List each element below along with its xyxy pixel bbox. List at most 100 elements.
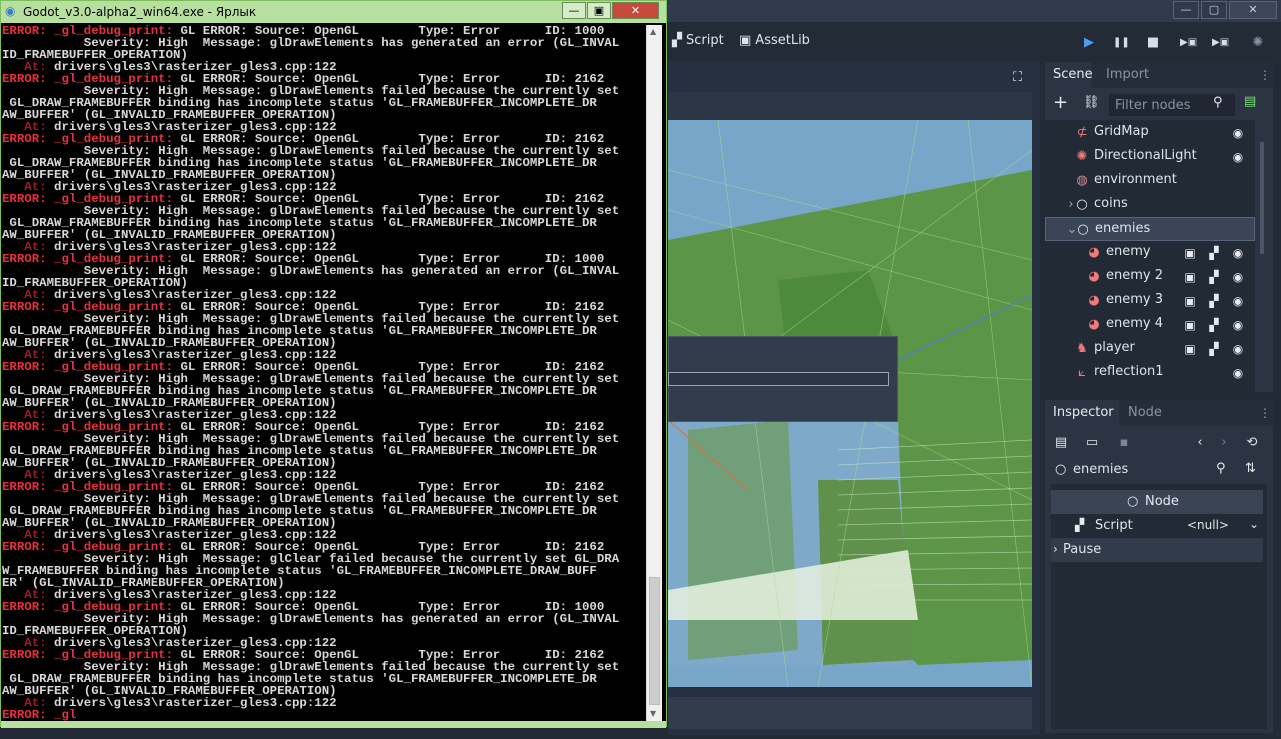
script-icon: ▞ — [1075, 518, 1085, 532]
open-in-editor-icon[interactable]: ▣ — [1182, 245, 1198, 261]
tree-item[interactable]: ◕ enemy ▣ ▞ ◉ — [1045, 241, 1255, 265]
save-icon[interactable]: ▪ — [1115, 434, 1133, 452]
desktop: — ▢ ✕ ▞ Script ▣ AssetLib ▶ ❚❚ ■ ▶▣ ▶▣ ✺… — [0, 0, 1281, 739]
script-icon[interactable]: ▞ — [1206, 293, 1222, 309]
tab-import[interactable]: Import — [1098, 62, 1157, 88]
console-titlebar[interactable]: ◉ Godot_v3.0-alpha2_win64.exe - Ярлык — … — [1, 1, 666, 23]
tree-item[interactable]: ✺ DirectionalLight ◉ — [1045, 145, 1255, 169]
maximize-button[interactable]: ▢ — [1201, 1, 1227, 19]
tree-item-label: enemy — [1106, 244, 1151, 259]
search-icon[interactable]: ⚲ — [1216, 461, 1226, 476]
node-icon: ○ — [1055, 462, 1067, 477]
attach-script-icon[interactable]: ▤ — [1244, 94, 1262, 112]
scene-toolbar: + ⛓ ⚲ ▤ — [1045, 90, 1273, 120]
tree-item[interactable]: ⌄ ○ enemies — [1045, 217, 1255, 241]
tree-item[interactable]: ◍ environment — [1045, 169, 1255, 193]
distraction-free-icon[interactable]: ⛶ — [1013, 70, 1029, 86]
viewport-bottom-bar — [668, 697, 1032, 729]
tree-item[interactable]: ◕ enemy 2 ▣ ▞ ◉ — [1045, 265, 1255, 289]
assetlib-workspace-button[interactable]: ▣ AssetLib — [739, 33, 810, 48]
visibility-icon[interactable]: ◉ — [1230, 293, 1246, 309]
add-node-icon[interactable]: + — [1053, 94, 1071, 112]
stop-button[interactable]: ■ — [1145, 35, 1161, 51]
visibility-icon[interactable]: ◉ — [1230, 149, 1246, 165]
dock-menu-icon[interactable]: ⋮ — [1259, 68, 1271, 82]
script-icon[interactable]: ▞ — [1206, 245, 1222, 261]
spinner-icon: ✺ — [1252, 35, 1264, 50]
tree-item[interactable]: ⟀ reflection1 ◉ — [1045, 361, 1255, 385]
node-icon: ○ — [1077, 222, 1089, 237]
script-workspace-button[interactable]: ▞ Script — [672, 33, 724, 48]
play-button[interactable]: ▶ — [1081, 35, 1097, 51]
pause-button[interactable]: ❚❚ — [1113, 35, 1130, 51]
tree-item[interactable]: ⊄ GridMap ◉ — [1045, 121, 1255, 145]
open-in-editor-icon[interactable]: ▣ — [1182, 341, 1198, 357]
console-scrollbar[interactable]: ▲ ▼ — [646, 25, 662, 721]
script-icon[interactable]: ▞ — [1206, 341, 1222, 357]
play-scene-button[interactable]: ▶▣ — [1180, 35, 1197, 51]
tree-item[interactable]: ◕ enemy 3 ▣ ▞ ◉ — [1045, 289, 1255, 313]
node-icon: ○ — [1076, 197, 1088, 212]
tree-item-label: player — [1094, 340, 1135, 355]
scene-tree-scrollbar[interactable] — [1260, 142, 1264, 254]
console-maximize-button[interactable]: ▣ — [587, 2, 611, 19]
console-window: ◉ Godot_v3.0-alpha2_win64.exe - Ярлык — … — [0, 0, 667, 728]
chevron-down-icon[interactable]: ⌄ — [1249, 517, 1259, 531]
script-icon[interactable]: ▞ — [1206, 269, 1222, 285]
instance-icon: ◕ — [1088, 245, 1100, 260]
tab-scene[interactable]: Scene — [1045, 62, 1093, 88]
light-icon: ✺ — [1076, 149, 1088, 164]
console-close-button[interactable]: ✕ — [612, 2, 659, 19]
tree-item-label: enemy 2 — [1106, 268, 1163, 283]
open-in-editor-icon[interactable]: ▣ — [1182, 293, 1198, 309]
visibility-icon[interactable]: ◉ — [1230, 365, 1246, 381]
tree-item-label: enemy 3 — [1106, 292, 1163, 307]
visibility-icon[interactable]: ◉ — [1230, 245, 1246, 261]
viewport-header — [668, 92, 1032, 120]
script-property-value[interactable]: <null> — [1187, 518, 1229, 532]
instance-icon: ◕ — [1088, 293, 1100, 308]
gridmap-icon: ⊄ — [1076, 125, 1088, 140]
tab-inspector[interactable]: Inspector — [1045, 400, 1119, 426]
tree-item[interactable]: ◕ enemy 4 ▣ ▞ ◉ — [1045, 313, 1255, 337]
tree-item[interactable]: ♞ player ▣ ▞ ◉ — [1045, 337, 1255, 361]
pause-property-group[interactable]: › Pause — [1051, 538, 1263, 562]
visibility-icon[interactable]: ◉ — [1230, 269, 1246, 285]
visibility-icon[interactable]: ◉ — [1230, 125, 1246, 141]
history-back-icon[interactable]: ‹ — [1191, 434, 1209, 452]
script-icon[interactable]: ▞ — [1206, 317, 1222, 333]
link-icon[interactable]: ⛓ — [1083, 94, 1101, 112]
pause-group-label: Pause — [1063, 542, 1102, 557]
console-line: ERROR: _gl — [2, 708, 77, 721]
new-resource-icon[interactable]: ▤ — [1052, 434, 1070, 452]
console-scrollbar-thumb[interactable] — [649, 577, 660, 705]
close-button[interactable]: ✕ — [1229, 1, 1277, 19]
scene-dock: Scene Import ⋮ + ⛓ ⚲ ▤ ⊄ GridMap ◉ ✺ Directi… — [1045, 62, 1273, 392]
inspected-object-row[interactable]: ○ enemies ⚲ ⇅ — [1049, 458, 1269, 482]
console-minimize-button[interactable]: — — [562, 2, 586, 19]
open-in-editor-icon[interactable]: ▣ — [1182, 317, 1198, 333]
history-forward-icon[interactable]: › — [1215, 434, 1233, 452]
script-property-label: Script — [1095, 518, 1133, 533]
inspected-object-name: enemies — [1073, 462, 1129, 477]
kinematic-icon: ♞ — [1076, 341, 1088, 356]
scroll-down-icon[interactable]: ▼ — [650, 709, 656, 718]
history-icon[interactable]: ⟲ — [1243, 434, 1261, 452]
minimize-button[interactable]: — — [1173, 1, 1199, 19]
tree-item[interactable]: › ○ coins — [1045, 193, 1255, 217]
scene-tree: ⊄ GridMap ◉ ✺ DirectionalLight ◉ ◍ environment ›… — [1045, 120, 1255, 392]
visibility-icon[interactable]: ◉ — [1230, 317, 1246, 333]
tree-item-label: environment — [1094, 172, 1177, 187]
play-custom-scene-button[interactable]: ▶▣ — [1212, 35, 1229, 51]
open-folder-icon[interactable]: ▭ — [1083, 434, 1101, 452]
open-in-editor-icon[interactable]: ▣ — [1182, 269, 1198, 285]
scroll-up-icon[interactable]: ▲ — [650, 27, 656, 36]
script-property-row[interactable]: ▞ Script <null> ⌄ — [1051, 514, 1263, 538]
object-properties-icon[interactable]: ⇅ — [1245, 461, 1256, 476]
console-output: ERROR: _gl_debug_print: GL ERROR: Source… — [2, 25, 646, 721]
dock-menu-icon[interactable]: ⋮ — [1259, 406, 1271, 420]
visibility-icon[interactable]: ◉ — [1230, 341, 1246, 357]
node-icon: ○ — [1127, 494, 1139, 509]
tab-node[interactable]: Node — [1120, 400, 1170, 426]
search-icon: ⚲ — [1213, 95, 1223, 110]
